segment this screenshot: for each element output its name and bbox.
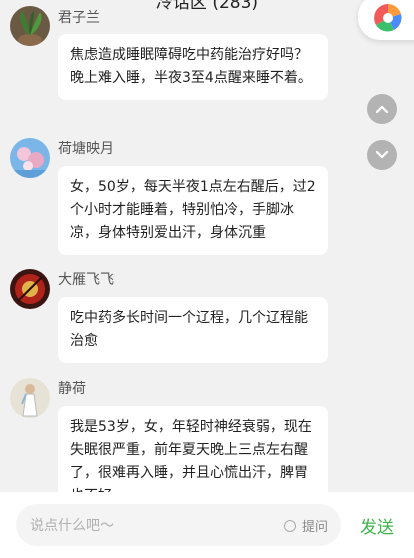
author-name[interactable]: 静荷: [58, 378, 86, 398]
scroll-down-button[interactable]: [367, 140, 397, 170]
ask-question-toggle[interactable]: 提问: [284, 516, 328, 535]
blossom-avatar-icon[interactable]: [10, 138, 50, 178]
radio-circle-icon[interactable]: [284, 519, 296, 532]
message-bubble: 我是53岁，女，年轻时神经衰弱，现在失眠很严重，前年夏天晚上三点左右醒了，很难再…: [58, 406, 328, 492]
author-name[interactable]: 大雁飞飞: [58, 269, 114, 289]
red-avatar-icon[interactable]: [10, 269, 50, 309]
message-bubble: 焦虑造成睡眠障碍吃中药能治疗好吗？晚上难入睡，半夜3至4点醒来睡不着。: [58, 34, 328, 100]
comment-feed[interactable]: 君子兰 焦虑造成睡眠障碍吃中药能治疗好吗？晚上难入睡，半夜3至4点醒来睡不着。 …: [0, 0, 414, 492]
message-bubble: 女，50岁，每天半夜1点左右醒后，过2个小时才能睡着，特别怕冷，手脚冰凉，身体特…: [58, 166, 328, 255]
app-logo-button[interactable]: [358, 0, 414, 40]
scroll-up-button[interactable]: [367, 94, 397, 124]
composer-bar: 提问 发送: [0, 492, 414, 558]
author-name[interactable]: 荷塘映月: [58, 138, 114, 158]
ask-label: 提问: [302, 520, 329, 535]
author-name[interactable]: 君子兰: [58, 7, 100, 27]
app-logo-icon: [374, 4, 402, 32]
comment-input-box[interactable]: 提问: [16, 504, 341, 548]
send-button[interactable]: 发送: [360, 513, 394, 538]
message-bubble: 吃中药多长时间一个辽程，几个辽程能治愈: [58, 297, 328, 363]
chevron-down-icon: [375, 150, 389, 159]
figure-avatar-icon[interactable]: [10, 378, 50, 418]
chevron-up-icon: [375, 105, 389, 114]
plant-avatar-icon[interactable]: [10, 6, 50, 46]
comment-input[interactable]: [28, 504, 272, 548]
